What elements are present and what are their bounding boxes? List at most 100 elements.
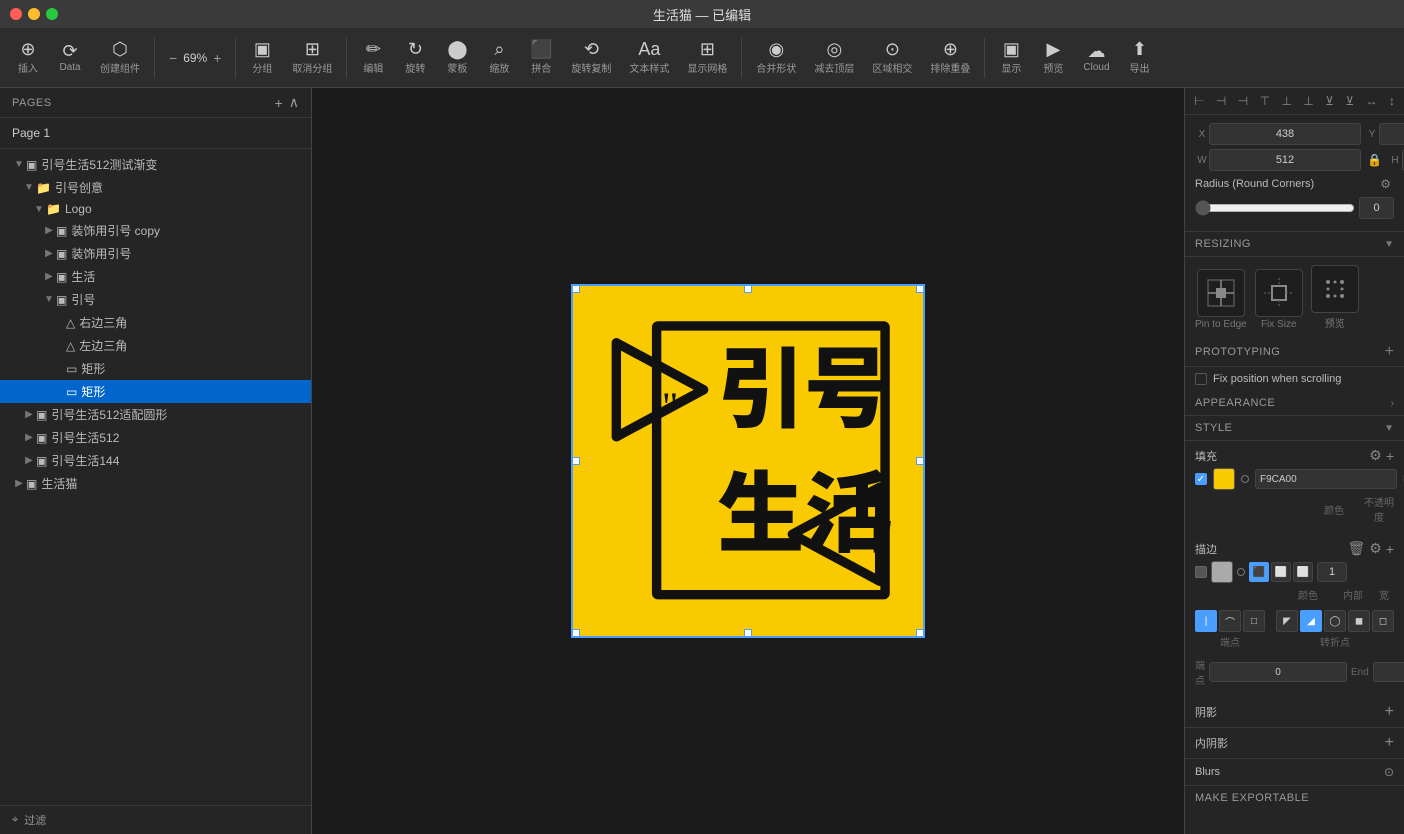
layer-3[interactable]: ▶ ▣ 装饰用引号 copy (0, 219, 311, 242)
pin-to-edge-btn[interactable] (1197, 269, 1245, 317)
text-style-btn[interactable]: Aa 文本样式 (621, 36, 677, 79)
display-btn[interactable]: ▣ 显示 (991, 36, 1031, 79)
border-inner-btn[interactable]: ⬛ (1249, 562, 1269, 582)
zoom-minus[interactable]: − (167, 50, 179, 66)
shadow-add-btn[interactable]: + (1385, 703, 1394, 721)
rotate-btn[interactable]: ↻ 旋转 (395, 36, 435, 79)
layer-13[interactable]: ▶ ▣ 引号生活144 (0, 449, 311, 472)
y-input[interactable] (1379, 123, 1404, 145)
border-width-input[interactable] (1317, 562, 1347, 582)
page-item-1[interactable]: Page 1 (0, 122, 311, 144)
align-center-v-btn[interactable]: ⊥ (1278, 92, 1294, 110)
layer-2[interactable]: ▼ 📁 Logo (0, 199, 311, 219)
cloud-btn[interactable]: ☁ Cloud (1075, 38, 1117, 77)
layer-9[interactable]: ▭ 矩形 (0, 357, 311, 380)
dist-v-btn[interactable]: ⊻ (1342, 92, 1357, 110)
zoom-control[interactable]: − 69% + (161, 48, 229, 68)
stroke-start-active-btn[interactable]: | (1195, 610, 1217, 632)
fullscreen-btn[interactable] (46, 8, 58, 20)
stroke-corner-active-btn[interactable]: ◢ (1300, 610, 1322, 632)
color-mode-dot[interactable] (1241, 475, 1249, 483)
group-btn[interactable]: ▣ 分组 (242, 36, 282, 79)
radius-settings-btn[interactable]: ⚙ (1377, 175, 1394, 193)
merge-shape-btn[interactable]: ◉ 合并形状 (748, 36, 804, 79)
radius-value-input[interactable] (1359, 197, 1394, 219)
stroke-corner-bevel-btn[interactable]: ◼ (1348, 610, 1370, 632)
layer-1[interactable]: ▼ 📁 引号创意 (0, 176, 311, 199)
preview-resize-btn[interactable] (1311, 265, 1359, 313)
border-settings-btn[interactable]: ⚙ (1369, 540, 1382, 557)
tile-btn[interactable]: ⬛ 拼合 (521, 36, 561, 79)
rotate-copy-btn[interactable]: ⟲ 旋转复制 (563, 36, 619, 79)
align-bottom-btn[interactable]: ⊥ (1300, 92, 1316, 110)
layer-5[interactable]: ▶ ▣ 生活 (0, 265, 311, 288)
align-left-btn[interactable]: ⊢ (1191, 92, 1207, 110)
layer-root[interactable]: ▼ ▣ 引号生活512测试渐变 (0, 153, 311, 176)
handle-tm[interactable] (744, 285, 752, 293)
edit-btn[interactable]: ✏ 编辑 (353, 36, 393, 79)
border-add-btn[interactable]: + (1386, 540, 1394, 557)
stroke-corner-5-btn[interactable]: ◻ (1372, 610, 1394, 632)
export-btn[interactable]: ⬆ 导出 (1120, 36, 1160, 79)
fix-position-checkbox[interactable] (1195, 373, 1207, 385)
stroke-corner-miter-btn[interactable]: ◤ (1276, 610, 1298, 632)
prototyping-plus[interactable]: + (1385, 344, 1394, 360)
inner-shadow-add-btn[interactable]: + (1385, 734, 1394, 752)
border-center-btn[interactable]: ⬜ (1271, 562, 1291, 582)
style-header[interactable]: STYLE ▼ (1185, 416, 1404, 441)
handle-ml[interactable] (572, 457, 580, 465)
window-controls[interactable] (10, 8, 58, 20)
minimize-btn[interactable] (28, 8, 40, 20)
flip-v-btn[interactable]: ↕ (1386, 92, 1398, 110)
exclude-btn[interactable]: ⊕ 排除重叠 (922, 36, 978, 79)
layer-4[interactable]: ▶ ▣ 装饰用引号 (0, 242, 311, 265)
stroke-start-round-btn[interactable]: ⌒ (1219, 610, 1241, 632)
layer-8[interactable]: △ 左边三角 (0, 334, 311, 357)
layer-6[interactable]: ▼ ▣ 引号 (0, 288, 311, 311)
stroke-corner-round-btn[interactable]: ◯ (1324, 610, 1346, 632)
border-color-swatch[interactable] (1211, 561, 1233, 583)
handle-mr[interactable] (916, 457, 924, 465)
stroke-start-square-btn[interactable]: □ (1243, 610, 1265, 632)
border-delete-btn[interactable]: 🗑 (1347, 540, 1365, 557)
layer-12[interactable]: ▶ ▣ 引号生活512 (0, 426, 311, 449)
radius-slider[interactable] (1195, 200, 1355, 216)
resizing-header[interactable]: RESIZING ▼ (1185, 232, 1404, 257)
handle-tl[interactable] (572, 285, 580, 293)
dist-h-btn[interactable]: ⊻ (1322, 92, 1337, 110)
layer-11[interactable]: ▶ ▣ 引号生活512适配圆形 (0, 403, 311, 426)
end-input[interactable] (1373, 662, 1404, 682)
intersect-btn[interactable]: ⊙ 区域相交 (864, 36, 920, 79)
start-input[interactable] (1209, 662, 1347, 682)
border-color-dot[interactable] (1237, 568, 1245, 576)
fill-add-btn[interactable]: + (1386, 447, 1394, 464)
prototyping-header[interactable]: PROTOTYPING + (1185, 338, 1404, 367)
handle-bm[interactable] (744, 629, 752, 637)
ungroup-btn[interactable]: ⊞ 取消分组 (284, 36, 340, 79)
artwork[interactable]: 引号 生活 " " (573, 286, 923, 636)
close-btn[interactable] (10, 8, 22, 20)
create-component-btn[interactable]: ⬡ 创建组件 (92, 36, 148, 79)
w-input[interactable] (1209, 149, 1361, 171)
x-input[interactable] (1209, 123, 1361, 145)
appearance-header[interactable]: APPEARANCE › (1185, 391, 1404, 416)
hex-input[interactable] (1255, 469, 1397, 489)
insert-btn[interactable]: ⊕ 插入 (8, 36, 48, 79)
add-page-btn[interactable]: + (275, 94, 283, 111)
show-grid-btn[interactable]: ⊞ 显示网格 (679, 36, 735, 79)
blurs-toggle[interactable]: ⊙ (1384, 765, 1394, 779)
align-right-btn[interactable]: ⊣ (1235, 92, 1251, 110)
handle-bl[interactable] (572, 629, 580, 637)
canvas-area[interactable]: 引号 生活 " " (312, 88, 1184, 834)
zoom-plus[interactable]: + (211, 50, 223, 66)
fill-settings-btn[interactable]: ⚙ (1369, 447, 1382, 464)
preview-btn[interactable]: ▶ 预览 (1033, 36, 1073, 79)
handle-tr[interactable] (916, 285, 924, 293)
layer-10[interactable]: ▭ 矩形 (0, 380, 311, 403)
collapse-pages-btn[interactable]: ∧ (289, 94, 299, 111)
border-outer-btn[interactable]: ⬜ (1293, 562, 1313, 582)
subtract-btn[interactable]: ◎ 减去顶层 (806, 36, 862, 79)
flip-h-btn[interactable]: ↔ (1363, 92, 1381, 110)
pages-actions[interactable]: + ∧ (275, 94, 299, 111)
align-center-h-btn[interactable]: ⊣ (1213, 92, 1229, 110)
